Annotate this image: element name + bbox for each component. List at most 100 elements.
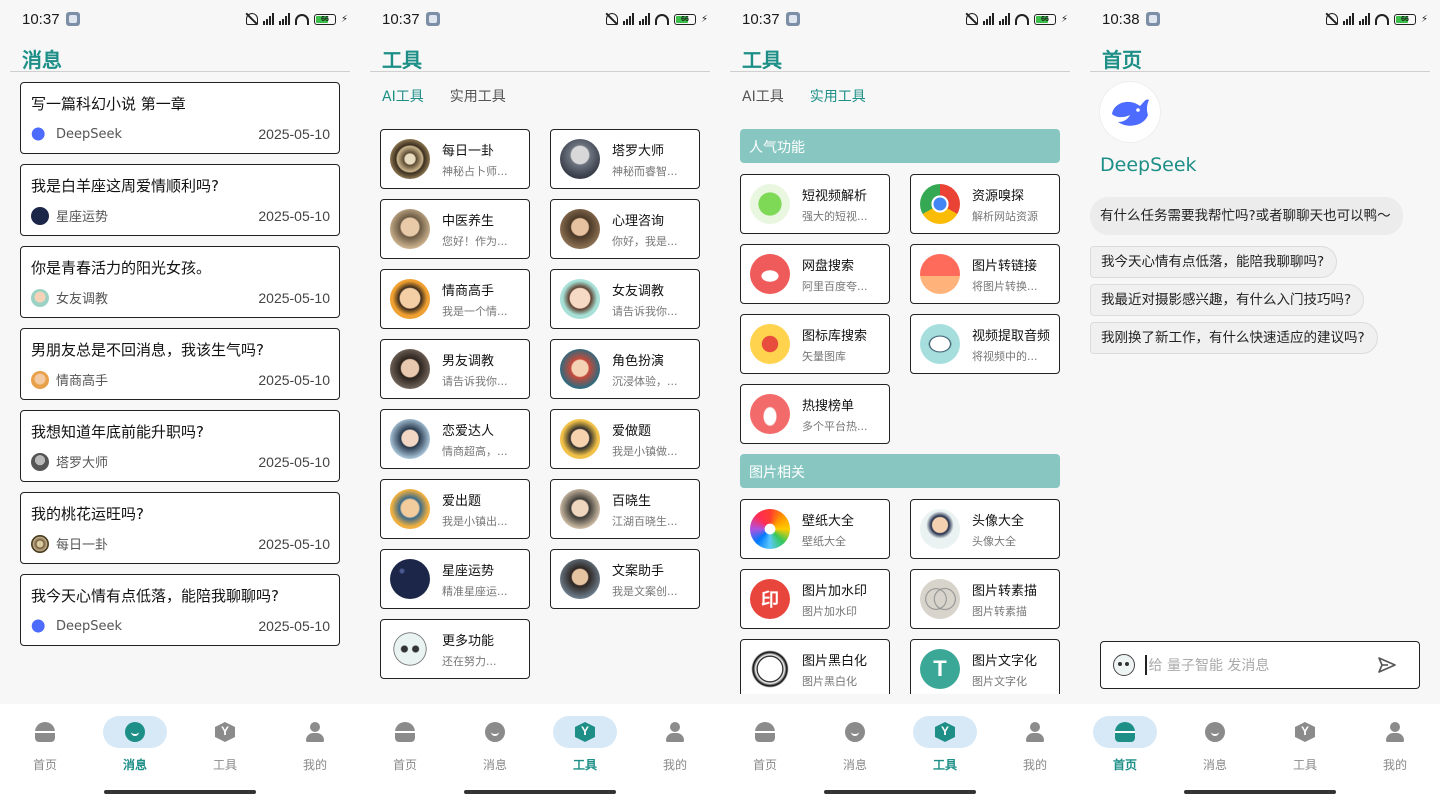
home-indicator[interactable] bbox=[464, 790, 616, 794]
message-date: 2025-05-10 bbox=[258, 126, 330, 142]
tool-desc: 神秘而睿智... bbox=[612, 164, 678, 178]
suggestion-chip[interactable]: 我刚换了新工作，有什么快速适应的建议吗? bbox=[1090, 322, 1378, 354]
tool-card[interactable]: 爱出题 我是小镇出... bbox=[380, 479, 530, 539]
tool-card[interactable]: 资源嗅探 解析网站资源 bbox=[910, 174, 1060, 234]
nav-tools[interactable]: 工具 bbox=[1260, 716, 1350, 773]
nav-home[interactable]: 首页 bbox=[0, 716, 90, 773]
nav-messages[interactable]: 消息 bbox=[1170, 716, 1260, 773]
tool-name: 短视频解析 bbox=[802, 188, 868, 204]
send-icon[interactable] bbox=[1377, 655, 1397, 675]
tool-card[interactable]: 热搜榜单 多个平台热... bbox=[740, 384, 890, 444]
girlfriend-avatar bbox=[560, 279, 600, 319]
tool-card[interactable]: 女友调教 请告诉我你... bbox=[550, 269, 700, 329]
tool-card[interactable]: 角色扮演 沉浸体验，... bbox=[550, 339, 700, 399]
sketch-icon bbox=[920, 579, 960, 619]
tool-card[interactable]: 图标库搜索 矢量图库 bbox=[740, 314, 890, 374]
tool-card[interactable]: 塔罗大师 神秘而睿智... bbox=[550, 129, 700, 189]
icon-library-icon bbox=[750, 324, 790, 364]
app-notification-icon bbox=[65, 12, 80, 26]
bot-avatar bbox=[31, 452, 49, 471]
status-time: 10:37 bbox=[742, 10, 780, 28]
bottom-nav: 首页 消息 工具 我的 bbox=[720, 704, 1080, 800]
home-icon bbox=[395, 722, 415, 742]
nav-profile[interactable]: 我的 bbox=[1350, 716, 1440, 773]
tool-card[interactable]: 星座运势 精准星座运... bbox=[380, 549, 530, 609]
message-item[interactable]: 我想知道年底前能升职吗? 塔罗大师 2025-05-10 bbox=[20, 410, 340, 482]
tool-card[interactable]: 心理咨询 你好，我是... bbox=[550, 199, 700, 259]
bot-avatar bbox=[31, 206, 49, 225]
tool-desc: 图片文字化 bbox=[972, 674, 1027, 688]
tool-card[interactable]: 图片转素描 图片转素描 bbox=[910, 569, 1060, 629]
tcm-avatar bbox=[390, 209, 430, 249]
tool-card[interactable]: 短视频解析 强大的短视... bbox=[740, 174, 890, 234]
user-icon bbox=[1386, 722, 1404, 742]
battery-icon: 66 bbox=[1033, 13, 1056, 25]
message-item[interactable]: 我的桃花运旺吗? 每日一卦 2025-05-10 bbox=[20, 492, 340, 564]
tool-name: 百晓生 bbox=[612, 493, 652, 509]
nav-tools[interactable]: 工具 bbox=[900, 716, 990, 773]
app-notification-icon bbox=[1145, 12, 1160, 26]
tool-card[interactable]: 文案助手 我是文案创... bbox=[550, 549, 700, 609]
message-title: 写一篇科幻小说 第一章 bbox=[31, 95, 186, 113]
nav-home[interactable]: 首页 bbox=[720, 716, 810, 773]
tool-desc: 将图片转换... bbox=[972, 279, 1038, 293]
tool-card[interactable]: 爱做题 我是小镇做... bbox=[550, 409, 700, 469]
suggestion-chip[interactable]: 我最近对摄影感兴趣，有什么入门技巧吗? bbox=[1090, 284, 1365, 316]
tool-card[interactable]: 情商高手 我是一个情... bbox=[380, 269, 530, 329]
home-indicator[interactable] bbox=[104, 790, 256, 794]
tool-card[interactable]: 视频提取音频 将视频中的... bbox=[910, 314, 1060, 374]
message-item[interactable]: 我今天心情有点低落，能陪我聊聊吗? DeepSeek 2025-05-10 bbox=[20, 574, 340, 646]
message-item[interactable]: 男朋友总是不回消息，我该生气吗? 情商高手 2025-05-10 bbox=[20, 328, 340, 400]
tool-card[interactable]: 男友调教 请告诉我你... bbox=[380, 339, 530, 399]
tool-card[interactable]: 恋爱达人 情商超高，... bbox=[380, 409, 530, 469]
nav-tools[interactable]: 工具 bbox=[180, 716, 270, 773]
chat-input[interactable]: 给 量子智能 发消息 bbox=[1100, 641, 1420, 689]
message-date: 2025-05-10 bbox=[258, 289, 330, 306]
app-notification-icon bbox=[785, 12, 800, 26]
nav-profile[interactable]: 我的 bbox=[990, 716, 1080, 773]
tool-card[interactable]: 每日一卦 神秘占卜师... bbox=[380, 129, 530, 189]
tool-card[interactable]: 图片转链接 将图片转换... bbox=[910, 244, 1060, 304]
tool-card[interactable]: 头像大全 头像大全 bbox=[910, 499, 1060, 559]
tool-card[interactable]: 印 图片加水印 图片加水印 bbox=[740, 569, 890, 629]
signal-icon bbox=[262, 13, 274, 25]
tools-icon bbox=[935, 722, 955, 742]
status-bar: 10:37 66 ⚡ bbox=[720, 0, 1080, 38]
tab-ai-tools[interactable]: AI工具 bbox=[382, 86, 424, 106]
tab-utility-tools[interactable]: 实用工具 bbox=[450, 86, 506, 106]
tool-desc: 我是小镇出... bbox=[442, 514, 508, 528]
bottom-nav: 首页 消息 工具 我的 bbox=[1080, 704, 1440, 800]
tab-utility-tools[interactable]: 实用工具 bbox=[810, 86, 866, 106]
tool-card[interactable]: T 图片文字化 图片文字化 bbox=[910, 639, 1060, 694]
tool-name: 图片黑白化 bbox=[802, 653, 868, 669]
status-bar: 10:37 66 ⚡ bbox=[360, 0, 720, 38]
tool-card[interactable]: 中医养生 您好！作为... bbox=[380, 199, 530, 259]
video-audio-icon bbox=[920, 324, 960, 364]
tool-card[interactable]: 网盘搜索 阿里百度夸... bbox=[740, 244, 890, 304]
tab-ai-tools[interactable]: AI工具 bbox=[742, 86, 784, 106]
tool-card[interactable]: 壁纸大全 壁纸大全 bbox=[740, 499, 890, 559]
home-indicator[interactable] bbox=[824, 790, 976, 794]
nav-messages[interactable]: 消息 bbox=[450, 716, 540, 773]
nav-tools[interactable]: 工具 bbox=[540, 716, 630, 773]
tool-card[interactable]: 百晓生 江湖百晓生... bbox=[550, 479, 700, 539]
nav-profile[interactable]: 我的 bbox=[630, 716, 720, 773]
nav-home[interactable]: 首页 bbox=[360, 716, 450, 773]
message-item[interactable]: 你是青春活力的阳光女孩。 女友调教 2025-05-10 bbox=[20, 246, 340, 318]
nav-home[interactable]: 首页 bbox=[1080, 716, 1170, 773]
nav-profile[interactable]: 我的 bbox=[270, 716, 360, 773]
status-time: 10:37 bbox=[382, 10, 420, 28]
suggestion-chip[interactable]: 我今天心情有点低落，能陪我聊聊吗? bbox=[1090, 246, 1338, 278]
cloud-upload-icon bbox=[750, 254, 790, 294]
tool-card[interactable]: 图片黑白化 图片黑白化 bbox=[740, 639, 890, 694]
tool-card[interactable]: 更多功能 还在努力... bbox=[380, 619, 530, 679]
home-indicator[interactable] bbox=[1184, 790, 1336, 794]
message-item[interactable]: 写一篇科幻小说 第一章 DeepSeek 2025-05-10 bbox=[20, 82, 340, 154]
signal-icon bbox=[998, 13, 1010, 25]
screen-ai-tools: 10:37 66 ⚡ 工具 AI工具 实用工具 首页 消息 工具 我的 bbox=[360, 0, 720, 800]
home-icon bbox=[35, 722, 55, 742]
nav-messages[interactable]: 消息 bbox=[810, 716, 900, 773]
status-time: 10:37 bbox=[22, 10, 60, 28]
nav-messages[interactable]: 消息 bbox=[90, 716, 180, 773]
message-item[interactable]: 我是白羊座这周爱情顺利吗? 星座运势 2025-05-10 bbox=[20, 164, 340, 236]
